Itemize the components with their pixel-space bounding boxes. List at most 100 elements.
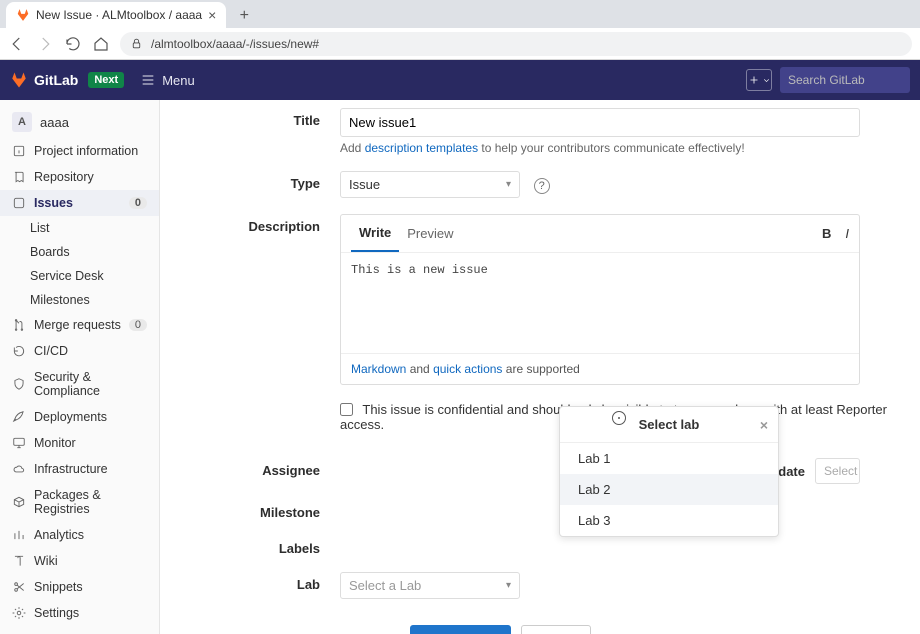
info-icon xyxy=(12,144,26,158)
footer-text: and xyxy=(406,362,433,376)
menu-label: Menu xyxy=(162,73,195,88)
back-button[interactable] xyxy=(8,35,26,53)
footer-text: are supported xyxy=(502,362,579,376)
sidebar-item-security[interactable]: Security & Compliance xyxy=(0,364,159,404)
gear-icon xyxy=(12,606,26,620)
sidebar-item-deployments[interactable]: Deployments xyxy=(0,404,159,430)
due-date-input[interactable]: Select du xyxy=(815,458,860,484)
sidebar-item-label: Deployments xyxy=(34,410,107,424)
new-tab-button[interactable]: + xyxy=(232,4,256,28)
home-button[interactable] xyxy=(92,35,110,53)
rocket-icon xyxy=(12,410,26,424)
title-input[interactable] xyxy=(340,108,860,137)
project-sidebar: A aaaa Project information Repository Is… xyxy=(0,100,160,634)
description-textarea[interactable]: This is a new issue xyxy=(341,253,859,353)
browser-toolbar: /almtoolbox/aaaa/-/issues/new# xyxy=(0,28,920,60)
sidebar-item-label: Merge requests xyxy=(34,318,121,332)
labels-label: Labels xyxy=(180,536,340,556)
close-icon[interactable]: × xyxy=(760,417,768,433)
confidential-checkbox[interactable] xyxy=(340,403,353,416)
new-dropdown[interactable] xyxy=(746,69,772,91)
bold-button[interactable]: B xyxy=(822,226,831,241)
type-dropdown[interactable]: Issue ▾ xyxy=(340,171,520,198)
forward-button[interactable] xyxy=(36,35,54,53)
browser-tab-title: New Issue · ALMtoolbox / aaaa xyxy=(36,8,202,22)
sidebar-sub-service-desk[interactable]: Service Desk xyxy=(0,264,159,288)
gitlab-topnav: GitLab Next Menu xyxy=(0,60,920,100)
browser-tab-strip: New Issue · ALMtoolbox / aaaa × + xyxy=(0,0,920,28)
dropdown-item-lab3[interactable]: Lab 3 xyxy=(560,505,778,536)
sidebar-item-analytics[interactable]: Analytics xyxy=(0,522,159,548)
editor-footer: Markdown and quick actions are supported xyxy=(341,353,859,384)
next-badge: Next xyxy=(88,72,124,88)
issues-count-badge: 0 xyxy=(129,197,147,209)
sidebar-item-label: Issues xyxy=(34,196,73,210)
close-tab-icon[interactable]: × xyxy=(208,7,216,23)
sidebar-item-monitor[interactable]: Monitor xyxy=(0,430,159,456)
sidebar-item-infrastructure[interactable]: Infrastructure xyxy=(0,456,159,482)
lab-placeholder: Select a Lab xyxy=(349,578,421,593)
sidebar-item-cicd[interactable]: CI/CD xyxy=(0,338,159,364)
create-issue-button[interactable]: Create issue xyxy=(410,625,511,634)
browser-tab[interactable]: New Issue · ALMtoolbox / aaaa × xyxy=(6,2,226,28)
issues-icon xyxy=(12,196,26,210)
help-icon[interactable]: ? xyxy=(534,178,550,194)
sidebar-item-project-information[interactable]: Project information xyxy=(0,138,159,164)
sidebar-item-label: Snippets xyxy=(34,580,83,594)
hamburger-icon xyxy=(140,72,156,88)
chevron-down-icon: ▾ xyxy=(506,580,511,591)
cancel-button[interactable]: Cancel xyxy=(521,625,591,634)
assignee-label: Assignee xyxy=(180,458,340,478)
quick-actions-link[interactable]: quick actions xyxy=(433,362,502,376)
gitlab-logo[interactable]: GitLab xyxy=(10,71,78,89)
dropdown-item-lab2[interactable]: Lab 2 xyxy=(560,474,778,505)
hint-text: Add xyxy=(340,141,365,155)
dropdown-item-label: Lab 1 xyxy=(578,451,611,466)
menu-button[interactable]: Menu xyxy=(140,72,195,88)
preview-tab[interactable]: Preview xyxy=(399,216,461,251)
reload-button[interactable] xyxy=(64,35,82,53)
sidebar-item-snippets[interactable]: Snippets xyxy=(0,574,159,600)
shield-icon xyxy=(12,377,26,391)
italic-button[interactable]: I xyxy=(845,226,849,241)
url-text: /almtoolbox/aaaa/-/issues/new# xyxy=(151,37,319,51)
sidebar-sub-boards[interactable]: Boards xyxy=(0,240,159,264)
description-editor: Write Preview B I This is a new issue Ma… xyxy=(340,214,860,385)
sidebar-sub-label: Service Desk xyxy=(30,269,104,283)
book-icon xyxy=(12,554,26,568)
dropdown-item-label: Lab 3 xyxy=(578,513,611,528)
template-hint: Add description templates to help your c… xyxy=(340,141,900,155)
sidebar-sub-label: List xyxy=(30,221,49,235)
sidebar-sub-label: Boards xyxy=(30,245,70,259)
sidebar-sub-list[interactable]: List xyxy=(0,216,159,240)
cloud-icon xyxy=(12,462,26,476)
type-label: Type xyxy=(180,171,340,191)
write-tab[interactable]: Write xyxy=(351,215,399,252)
lock-icon xyxy=(130,37,143,50)
lab-dropdown[interactable]: Select a Lab ▾ xyxy=(340,572,520,599)
sidebar-item-packages[interactable]: Packages & Registries xyxy=(0,482,159,522)
sidebar-item-label: Wiki xyxy=(34,554,58,568)
sidebar-sub-milestones[interactable]: Milestones xyxy=(0,288,159,312)
global-search[interactable] xyxy=(780,67,910,93)
gitlab-brand-text: GitLab xyxy=(34,72,78,88)
gitlab-logo-icon xyxy=(10,71,28,89)
hint-text: to help your contributors communicate ef… xyxy=(478,141,745,155)
sidebar-item-label: Infrastructure xyxy=(34,462,108,476)
dropdown-item-label: Lab 2 xyxy=(578,482,611,497)
sidebar-item-merge-requests[interactable]: Merge requests 0 xyxy=(0,312,159,338)
dropdown-item-lab1[interactable]: Lab 1 xyxy=(560,443,778,474)
sidebar-project-header[interactable]: A aaaa xyxy=(0,106,159,138)
mr-count-badge: 0 xyxy=(129,319,147,331)
markdown-link[interactable]: Markdown xyxy=(351,362,406,376)
lab-label: Lab xyxy=(180,572,340,592)
search-input[interactable] xyxy=(788,73,902,87)
sidebar-item-repository[interactable]: Repository xyxy=(0,164,159,190)
chevron-down-icon xyxy=(762,76,771,85)
monitor-icon xyxy=(12,436,26,450)
description-templates-link[interactable]: description templates xyxy=(365,141,478,155)
address-bar[interactable]: /almtoolbox/aaaa/-/issues/new# xyxy=(120,32,912,56)
sidebar-item-settings[interactable]: Settings xyxy=(0,600,159,626)
sidebar-item-wiki[interactable]: Wiki xyxy=(0,548,159,574)
sidebar-item-issues[interactable]: Issues 0 xyxy=(0,190,159,216)
